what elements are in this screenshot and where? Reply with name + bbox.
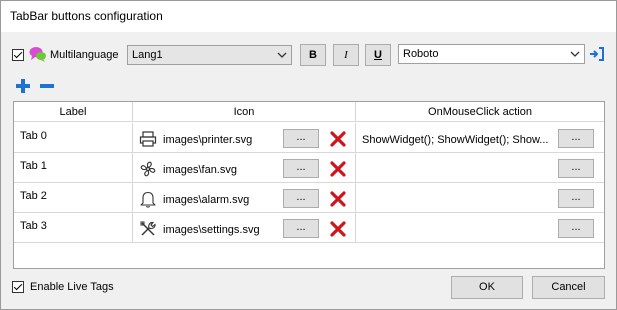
table-row[interactable]: Tab 3 images\settings.svg ... ...: [14, 213, 604, 243]
apply-font-icon[interactable]: [589, 46, 605, 62]
italic-button[interactable]: I: [333, 44, 359, 66]
column-header-action: OnMouseClick action: [356, 102, 604, 122]
label-cell[interactable]: Tab 1: [14, 153, 133, 183]
table-row[interactable]: Tab 0 images\printer.svg ... ShowWidget(…: [14, 123, 604, 153]
delete-icon[interactable]: [330, 221, 346, 237]
dialog-window: TabBar buttons configuration Multilangua…: [0, 0, 617, 310]
action-cell[interactable]: ShowWidget(); ShowWidget(); Show... ...: [356, 123, 604, 153]
action-cell[interactable]: ...: [356, 153, 604, 183]
table-row[interactable]: Tab 2 images\alarm.svg ... ...: [14, 183, 604, 213]
browse-action-button[interactable]: ...: [558, 159, 594, 178]
minus-icon[interactable]: [39, 78, 55, 94]
window-title: TabBar buttons configuration: [10, 9, 163, 23]
icon-cell[interactable]: images\printer.svg ...: [133, 123, 356, 153]
font-value: Roboto: [403, 48, 439, 60]
settings-icon: [140, 221, 156, 236]
action-text: ShowWidget(); ShowWidget(); Show...: [362, 134, 549, 146]
column-header-label: Label: [14, 102, 133, 122]
icon-cell[interactable]: images\fan.svg ...: [133, 153, 356, 183]
ok-button[interactable]: OK: [451, 276, 523, 299]
browse-icon-button[interactable]: ...: [283, 159, 319, 178]
label-cell[interactable]: Tab 0: [14, 123, 133, 153]
delete-icon[interactable]: [330, 131, 346, 147]
icon-path: images\settings.svg: [163, 224, 260, 236]
live-tags-label: Enable Live Tags: [30, 281, 114, 293]
column-header-icon: Icon: [133, 102, 356, 122]
printer-icon: [139, 131, 157, 147]
icon-cell[interactable]: images\settings.svg ...: [133, 213, 356, 243]
plus-icon[interactable]: [15, 78, 31, 94]
tab-label: Tab 3: [20, 220, 47, 232]
delete-icon[interactable]: [330, 191, 346, 207]
tab-label: Tab 2: [20, 190, 47, 202]
label-cell[interactable]: Tab 2: [14, 183, 133, 213]
icon-path: images\alarm.svg: [163, 194, 250, 206]
table-row[interactable]: Tab 1 images\fan.svg ... ...: [14, 153, 604, 183]
delete-icon[interactable]: [330, 161, 346, 177]
browse-action-button[interactable]: ...: [558, 219, 594, 238]
chevron-down-icon: [277, 52, 287, 58]
action-cell[interactable]: ...: [356, 183, 604, 213]
icon-cell[interactable]: images\alarm.svg ...: [133, 183, 356, 213]
alarm-icon: [140, 191, 156, 208]
browse-action-button[interactable]: ...: [558, 189, 594, 208]
font-select[interactable]: Roboto: [398, 44, 585, 64]
tab-label: Tab 0: [20, 130, 47, 142]
browse-icon-button[interactable]: ...: [283, 219, 319, 238]
tabs-table: Label Icon OnMouseClick action Tab 0 ima…: [13, 101, 605, 269]
icon-path: images\fan.svg: [163, 164, 237, 176]
tab-label: Tab 1: [20, 160, 47, 172]
multilanguage-label: Multilanguage: [50, 49, 119, 61]
cancel-button[interactable]: Cancel: [532, 276, 605, 299]
bold-button[interactable]: B: [300, 44, 326, 66]
label-cell[interactable]: Tab 3: [14, 213, 133, 243]
language-select[interactable]: Lang1: [127, 45, 292, 65]
action-cell[interactable]: ...: [356, 213, 604, 243]
icon-path: images\printer.svg: [163, 134, 253, 146]
title-bar: TabBar buttons configuration: [1, 1, 616, 32]
browse-action-button[interactable]: ...: [558, 129, 594, 148]
multilanguage-checkbox[interactable]: [12, 49, 24, 61]
multilanguage-icon: [29, 47, 46, 62]
underline-button[interactable]: U: [365, 44, 391, 66]
browse-icon-button[interactable]: ...: [283, 189, 319, 208]
chevron-down-icon: [570, 51, 580, 57]
language-value: Lang1: [132, 49, 163, 61]
browse-icon-button[interactable]: ...: [283, 129, 319, 148]
live-tags-checkbox[interactable]: [12, 281, 24, 293]
fan-icon: [140, 161, 156, 177]
